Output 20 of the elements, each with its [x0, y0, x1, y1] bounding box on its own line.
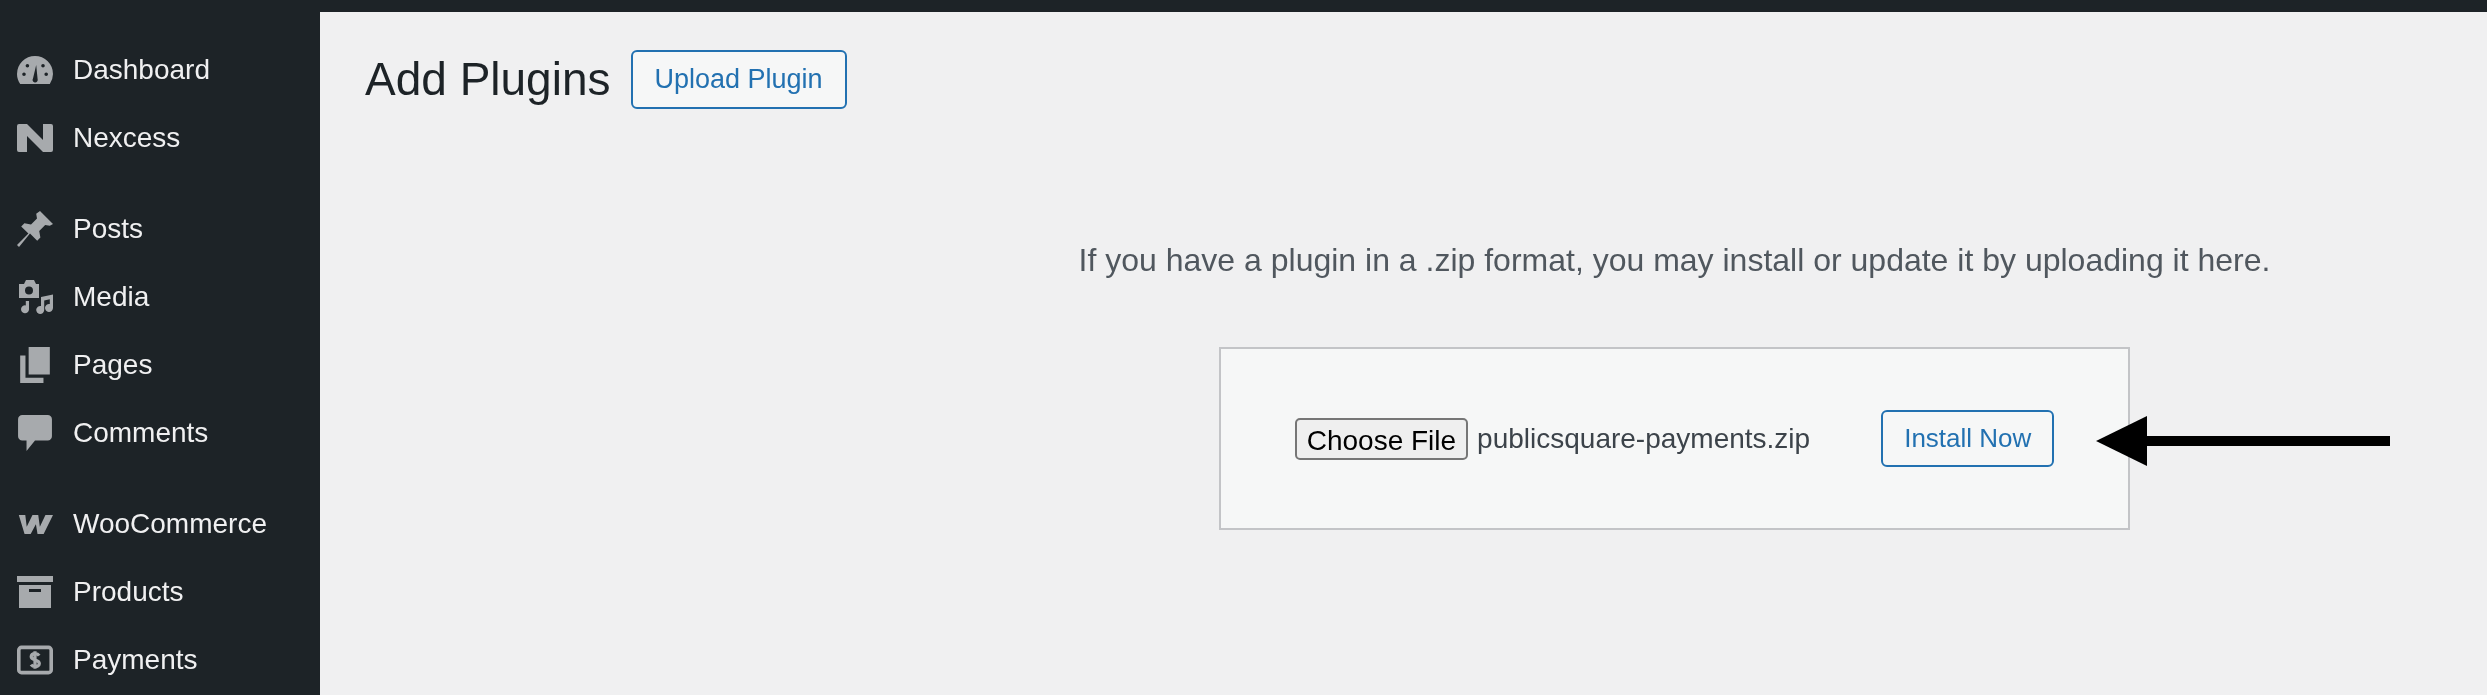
- sidebar-item[interactable]: Pages: [0, 331, 320, 399]
- archive-box-icon: [17, 574, 53, 610]
- pin-icon: [17, 211, 53, 247]
- sidebar-item[interactable]: Dashboard: [0, 36, 320, 104]
- sidebar-item[interactable]: WooCommerce: [0, 490, 320, 558]
- upload-plugin-button[interactable]: Upload Plugin: [630, 50, 847, 109]
- sidebar-item[interactable]: Payments: [0, 626, 320, 694]
- sidebar-item[interactable]: Products: [0, 558, 320, 626]
- upload-instructions: If you have a plugin in a .zip format, you may install or update it by uploading it here.: [1078, 241, 2271, 280]
- sidebar-item[interactable]: Comments: [0, 399, 320, 467]
- sidebar-item[interactable]: Media: [0, 263, 320, 331]
- install-now-button[interactable]: Install Now: [1881, 410, 2055, 467]
- choose-file-button[interactable]: Choose File: [1294, 417, 1469, 460]
- speech-bubble-icon: [17, 415, 53, 451]
- sidebar-item[interactable]: Posts: [0, 195, 320, 263]
- pages-icon: [17, 347, 53, 383]
- camera-music-icon: [17, 279, 53, 315]
- file-name: publicsquare-payments.zip: [1477, 421, 1811, 456]
- sidebar-item[interactable]: Nexcess: [0, 104, 320, 172]
- page-title: Add Plugins: [365, 51, 611, 107]
